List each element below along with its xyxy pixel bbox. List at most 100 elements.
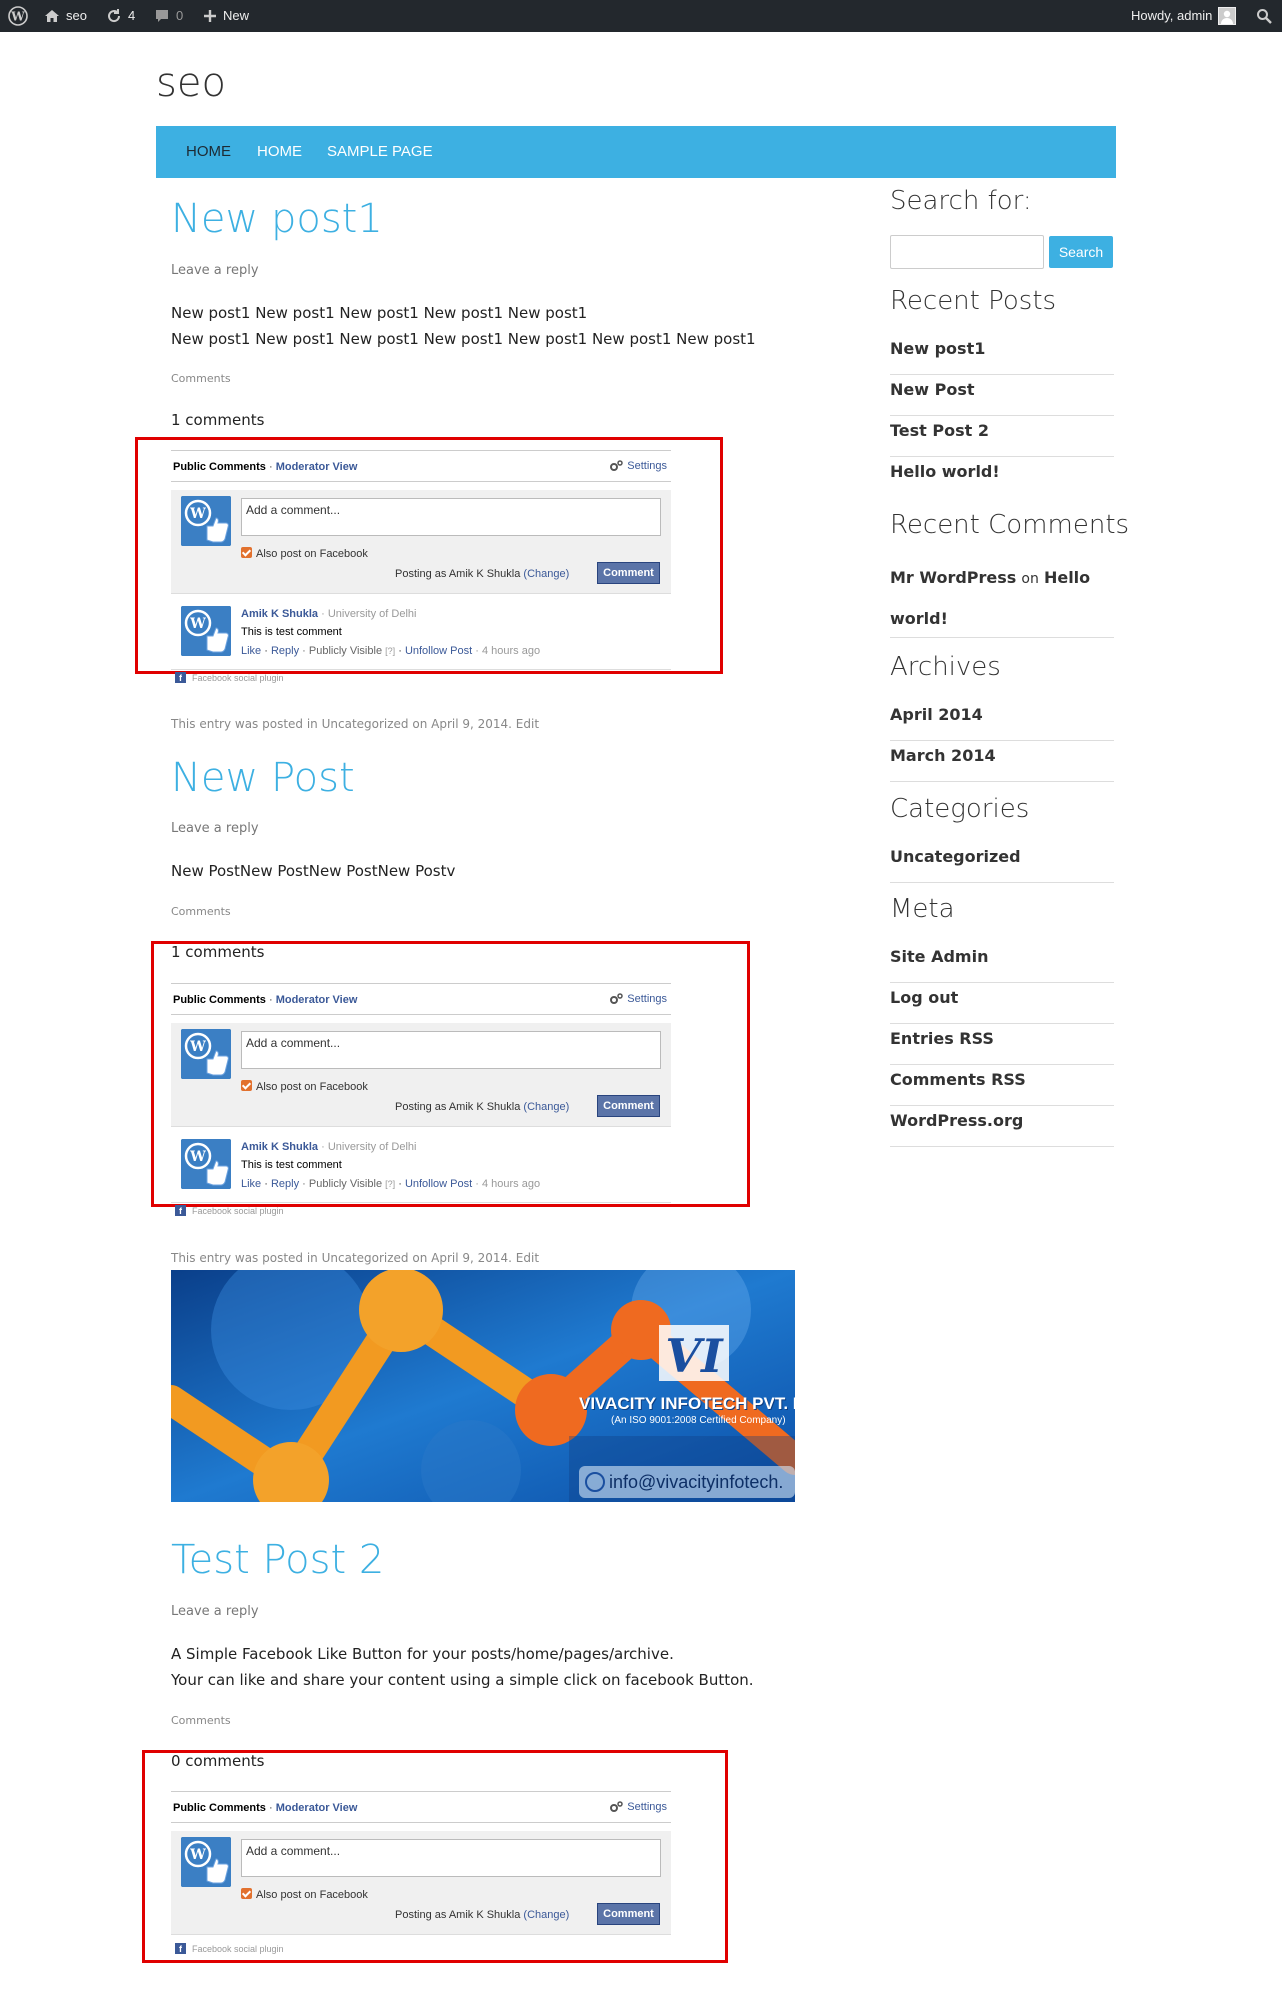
settings-link[interactable]: Settings [609, 993, 667, 1005]
meta-link-log-out[interactable]: Log out [890, 983, 1114, 1024]
nav-item-sample-page[interactable]: SAMPLE PAGE [327, 126, 433, 178]
posting-as-label: Posting as Amik K Shukla [395, 1909, 521, 1921]
tab-moderator-view[interactable]: Moderator View [276, 1802, 358, 1814]
recent-posts-heading: Recent Posts [890, 286, 1057, 316]
comment-input[interactable]: Add a comment... [241, 1031, 661, 1069]
recent-post-link[interactable]: New Post [890, 375, 1114, 416]
separator: · [398, 1178, 402, 1190]
admin-bar: W seo 4 0 New Howdy, admin [0, 0, 1282, 32]
comments-link[interactable]: Comments [171, 1714, 231, 1727]
recent-comment-post[interactable]: Hello [1044, 568, 1090, 587]
comment-button[interactable]: Comment [597, 1095, 660, 1117]
recent-comments-heading: Recent Comments [890, 510, 1130, 540]
unfollow-link[interactable]: Unfollow Post [405, 645, 472, 657]
admin-site-name: seo [66, 8, 87, 23]
meta-link-entries-rss[interactable]: Entries RSS [890, 1024, 1114, 1065]
comment-button[interactable]: Comment [597, 562, 660, 584]
svg-text:W: W [189, 1149, 206, 1165]
tab-public-comments[interactable]: Public Comments [173, 994, 266, 1006]
also-post-checkbox[interactable]: Also post on Facebook [241, 1888, 368, 1901]
admin-site-link[interactable]: seo [44, 0, 87, 32]
admin-updates-link[interactable]: 4 [106, 0, 135, 32]
facebook-comments-widget: Public Comments · Moderator View Setting… [171, 450, 671, 683]
recent-post-link[interactable]: New post1 [890, 334, 1114, 375]
archive-link[interactable]: April 2014 [890, 700, 1114, 741]
comment-author[interactable]: Amik K Shukla [241, 1141, 318, 1153]
leave-reply-link[interactable]: Leave a reply [171, 263, 259, 278]
meta-link-comments-rss[interactable]: Comments RSS [890, 1065, 1114, 1106]
fb-social-plugin-link[interactable]: f Facebook social plugin [175, 1205, 284, 1216]
recent-comment-post-cont[interactable]: world! [890, 609, 948, 628]
help-link[interactable]: [?] [385, 646, 395, 656]
reply-link[interactable]: Reply [271, 645, 299, 657]
change-link[interactable]: (Change) [523, 568, 569, 580]
comment-author[interactable]: Amik K Shukla [241, 608, 318, 620]
comment-button[interactable]: Comment [597, 1903, 660, 1925]
category-link[interactable]: Uncategorized [890, 842, 1114, 883]
leave-reply-link[interactable]: Leave a reply [171, 821, 259, 836]
site-title[interactable]: seo [156, 60, 226, 106]
fb-social-plugin-link[interactable]: f Facebook social plugin [175, 1943, 284, 1954]
comments-link[interactable]: Comments [171, 372, 231, 385]
facebook-icon: f [175, 1205, 186, 1216]
search-icon[interactable] [1256, 0, 1272, 32]
wordpress-logo-icon[interactable]: W [8, 0, 28, 32]
admin-comments-link[interactable]: 0 [154, 0, 183, 32]
settings-link[interactable]: Settings [609, 460, 667, 472]
recent-post-link[interactable]: Test Post 2 [890, 416, 1114, 457]
comment-input[interactable]: Add a comment... [241, 1839, 661, 1877]
tab-public-comments[interactable]: Public Comments [173, 1802, 266, 1814]
archive-link[interactable]: March 2014 [890, 741, 1114, 782]
also-post-checkbox[interactable]: Also post on Facebook [241, 547, 368, 560]
post-title[interactable]: New Post [171, 755, 355, 801]
svg-text:W: W [10, 10, 25, 24]
gear-icon [610, 993, 623, 1004]
search-input[interactable] [890, 235, 1044, 269]
fb-widget-header: Public Comments · Moderator View Setting… [171, 983, 671, 1015]
wordpress-like-avatar: W [181, 1029, 231, 1079]
visibility-text: · Publicly Visible [302, 645, 383, 657]
post-title[interactable]: Test Post 2 [171, 1537, 384, 1583]
change-link[interactable]: (Change) [523, 1909, 569, 1921]
admin-new-link[interactable]: New [203, 0, 249, 32]
svg-text:W: W [189, 1847, 206, 1863]
separator: · [268, 461, 273, 473]
search-button[interactable]: Search [1049, 236, 1113, 268]
comments-link[interactable]: Comments [171, 905, 231, 918]
tab-moderator-view[interactable]: Moderator View [276, 461, 358, 473]
commenter-avatar: W [181, 606, 231, 656]
nav-item-home[interactable]: HOME [186, 126, 231, 178]
help-link[interactable]: [?] [385, 1179, 395, 1189]
updates-icon [108, 9, 121, 23]
svg-text:W: W [189, 1039, 206, 1055]
gear-icon [610, 460, 623, 471]
comment-input[interactable]: Add a comment... [241, 498, 661, 536]
recent-post-link[interactable]: Hello world! [890, 457, 1114, 498]
also-post-checkbox[interactable]: Also post on Facebook [241, 1080, 368, 1093]
nav-item-home-2[interactable]: HOME [257, 126, 302, 178]
howdy-text: Howdy, admin [1131, 8, 1213, 23]
fb-social-plugin-link[interactable]: f Facebook social plugin [175, 672, 284, 683]
settings-link[interactable]: Settings [609, 1801, 667, 1813]
comment-item: W Amik K Shukla · University of Delhi Th… [171, 600, 671, 670]
reply-link[interactable]: Reply [271, 1178, 299, 1190]
social-plugin-label: Facebook social plugin [192, 1943, 284, 1954]
updates-count: 4 [128, 8, 136, 23]
admin-account[interactable]: Howdy, admin [1131, 0, 1237, 32]
banner-email: info@vivacityinfotech. [609, 1472, 784, 1492]
like-link[interactable]: Like [241, 1178, 261, 1190]
tab-moderator-view[interactable]: Moderator View [276, 994, 358, 1006]
unfollow-link[interactable]: Unfollow Post [405, 1178, 472, 1190]
recent-comment-author[interactable]: Mr WordPress [890, 568, 1016, 587]
meta-link-site-admin[interactable]: Site Admin [890, 942, 1114, 983]
checkbox-icon [241, 1888, 252, 1899]
meta-link-wordpress-org[interactable]: WordPress.org [890, 1106, 1114, 1147]
post-title[interactable]: New post1 [171, 196, 383, 242]
leave-reply-link[interactable]: Leave a reply [171, 1604, 259, 1619]
change-link[interactable]: (Change) [523, 1101, 569, 1113]
post-body-line: New post1 New post1 New post1 New post1 … [171, 330, 756, 348]
posting-as-label: Posting as Amik K Shukla [395, 1101, 521, 1113]
like-link[interactable]: Like [241, 645, 261, 657]
wordpress-like-avatar: W [181, 496, 231, 546]
tab-public-comments[interactable]: Public Comments [173, 461, 266, 473]
